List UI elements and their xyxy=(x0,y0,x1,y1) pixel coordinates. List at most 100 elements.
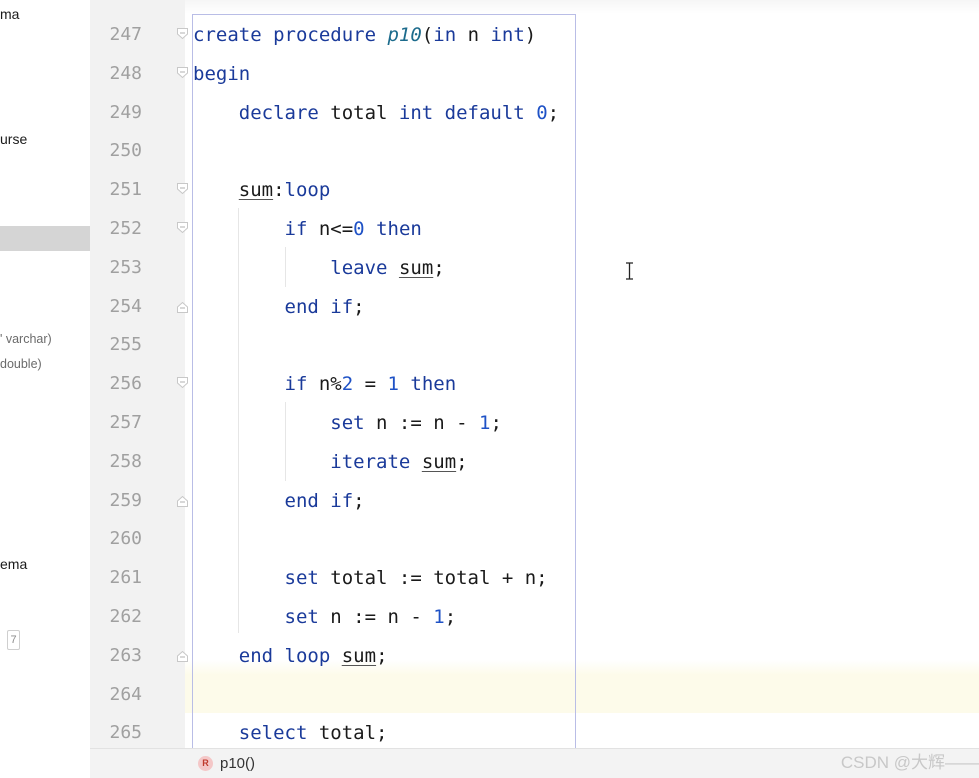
code-line[interactable]: select total; xyxy=(193,714,388,752)
code-token: then xyxy=(410,373,457,396)
code-token: 0 xyxy=(536,101,548,124)
code-token: end loop xyxy=(238,644,331,667)
code-line[interactable]: if n%2 = 1 then xyxy=(193,365,457,403)
line-number: 249 xyxy=(109,101,142,123)
code-token: ; xyxy=(376,644,388,667)
line-number: 258 xyxy=(109,450,142,472)
fold-collapse-icon[interactable] xyxy=(177,28,188,39)
code-token: 1 xyxy=(387,373,399,396)
code-token: leave xyxy=(330,256,388,279)
line-number: 250 xyxy=(109,140,142,162)
code-line[interactable]: set n := n - 1; xyxy=(193,404,502,442)
line-number: 262 xyxy=(109,606,142,627)
fold-end-icon[interactable] xyxy=(177,650,188,662)
code-token: ; xyxy=(547,101,560,124)
code-token: if xyxy=(284,373,308,396)
tree-item-column-double[interactable]: double) xyxy=(0,357,42,371)
code-line[interactable]: end if; xyxy=(193,288,365,326)
code-token: p10 xyxy=(387,24,422,46)
code-token: end if xyxy=(284,489,354,512)
code-token: total; xyxy=(307,722,388,745)
code-line[interactable]: sum:loop xyxy=(193,171,331,209)
code-line[interactable]: if n<=0 then xyxy=(193,210,422,248)
code-token: 0 xyxy=(353,218,365,240)
code-token: 1 xyxy=(479,412,491,434)
code-token: set xyxy=(284,567,319,590)
code-token: ; xyxy=(353,295,365,318)
code-token: ; xyxy=(353,489,365,512)
code-token: n := n - xyxy=(364,412,479,434)
database-explorer-panel: ma urse ' varchar) double) ema 7 xyxy=(0,0,90,778)
line-number: 265 xyxy=(109,722,142,744)
code-line[interactable]: leave sum; xyxy=(193,249,445,287)
line-number: 263 xyxy=(109,644,142,666)
line-number: 252 xyxy=(109,218,142,239)
line-number: 256 xyxy=(109,373,142,395)
code-line[interactable]: create procedure p10(in n int) xyxy=(193,16,536,54)
line-number: 255 xyxy=(109,334,142,356)
line-number: 253 xyxy=(109,256,142,278)
code-token: begin xyxy=(193,62,251,85)
code-line[interactable]: set total := total + n; xyxy=(193,559,548,597)
fold-end-icon[interactable] xyxy=(177,301,188,313)
tree-item-schema-2[interactable]: ema xyxy=(0,556,27,572)
code-token: iterate xyxy=(330,450,411,473)
code-token: create procedure xyxy=(193,24,388,46)
routine-icon: R xyxy=(198,756,213,771)
code-token: select xyxy=(238,722,308,745)
code-token: 1 xyxy=(433,606,445,628)
fold-collapse-icon[interactable] xyxy=(177,222,188,233)
code-line[interactable]: begin xyxy=(193,55,250,93)
code-token: if xyxy=(284,218,308,240)
selected-tree-row[interactable] xyxy=(0,226,90,251)
code-token: 2 xyxy=(341,373,354,396)
line-number: 261 xyxy=(109,567,142,589)
tree-item-course[interactable]: urse xyxy=(0,131,27,147)
code-token: int xyxy=(490,24,525,46)
code-token: sum xyxy=(421,450,457,473)
code-line[interactable]: declare total int default 0; xyxy=(193,94,559,132)
code-line[interactable]: end if; xyxy=(193,482,365,520)
code-token: total := total + n; xyxy=(318,567,548,590)
code-token: loop xyxy=(284,179,331,202)
breadcrumb-routine[interactable]: p10() xyxy=(220,755,255,772)
code-token: then xyxy=(376,218,422,240)
code-line[interactable]: set n := n - 1; xyxy=(193,598,457,636)
code-token: end if xyxy=(284,295,354,318)
code-token: ) xyxy=(524,24,537,46)
line-number: 251 xyxy=(109,179,142,201)
fold-collapse-icon[interactable] xyxy=(177,183,188,195)
fold-collapse-icon[interactable] xyxy=(177,66,188,78)
line-number: 259 xyxy=(109,489,142,511)
code-token: declare xyxy=(238,101,319,124)
code-line[interactable]: iterate sum; xyxy=(193,443,467,481)
fold-end-icon[interactable] xyxy=(177,495,188,507)
code-token: ; xyxy=(433,256,445,279)
code-line[interactable]: end loop sum; xyxy=(193,637,388,675)
code-token: ( xyxy=(421,24,434,46)
line-number: 254 xyxy=(109,295,142,317)
code-token: sum xyxy=(398,256,434,279)
line-number: 260 xyxy=(109,528,142,550)
tree-item-column-varchar[interactable]: ' varchar) xyxy=(0,332,52,346)
code-token: in xyxy=(433,24,457,46)
tree-item-schema[interactable]: ma xyxy=(0,6,19,22)
code-token: n := n - xyxy=(318,606,434,628)
code-token: sum xyxy=(341,644,377,667)
fold-collapse-icon[interactable] xyxy=(177,377,188,389)
